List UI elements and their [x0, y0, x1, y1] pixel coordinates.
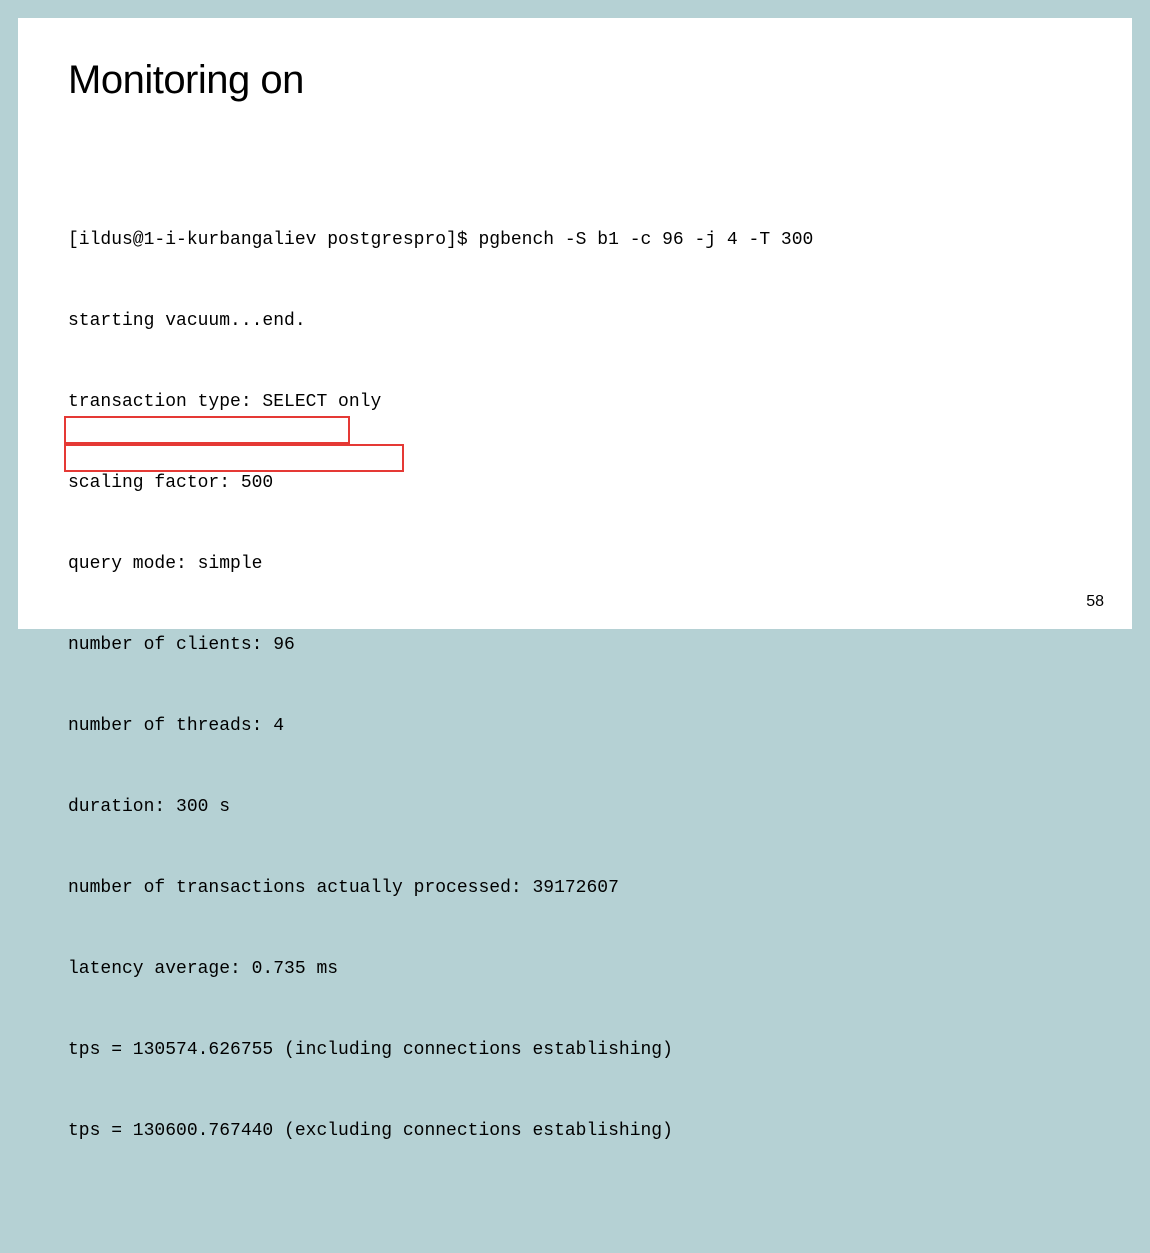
terminal-line: scaling factor: 500 [68, 470, 1082, 497]
highlight-box-latency [64, 416, 350, 444]
slide-title: Monitoring on [68, 58, 1082, 103]
terminal-line: transaction type: SELECT only [68, 389, 1082, 416]
terminal-line: number of threads: 4 [68, 713, 1082, 740]
terminal-output: [ildus@1-i-kurbangaliev postgrespro]$ pg… [68, 173, 1082, 1253]
slide: Monitoring on [ildus@1-i-kurbangaliev po… [18, 18, 1132, 629]
terminal-line: [ildus@1-i-kurbangaliev postgrespro]$ pg… [68, 227, 1082, 254]
page-number: 58 [1086, 593, 1104, 611]
terminal-line: number of clients: 96 [68, 632, 1082, 659]
highlight-box-tps [64, 444, 404, 472]
terminal-line: number of transactions actually processe… [68, 875, 1082, 902]
terminal-line: tps = 130574.626755 (including connectio… [68, 1037, 1082, 1064]
terminal-line: duration: 300 s [68, 794, 1082, 821]
terminal-line: tps = 130600.767440 (excluding connectio… [68, 1118, 1082, 1145]
terminal-line: query mode: simple [68, 551, 1082, 578]
terminal-line: latency average: 0.735 ms [68, 956, 1082, 983]
terminal-line: starting vacuum...end. [68, 308, 1082, 335]
